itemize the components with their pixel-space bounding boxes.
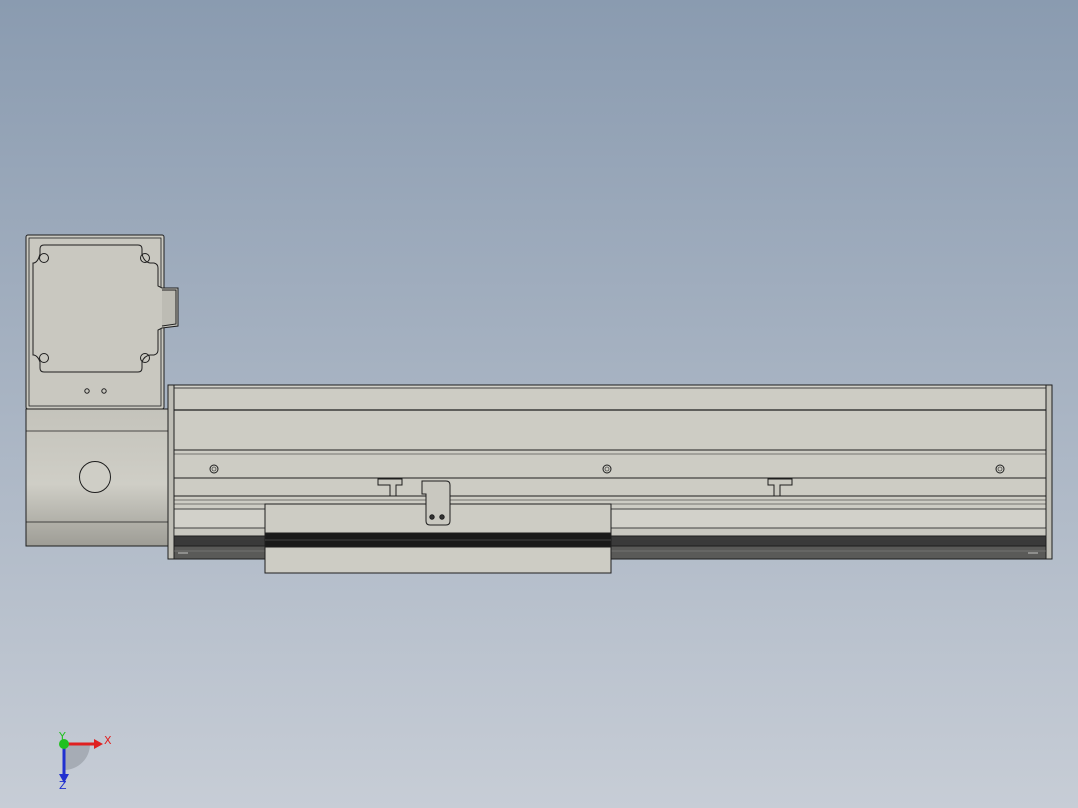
motor-flange[interactable] xyxy=(25,234,179,410)
end-cap-left xyxy=(167,384,175,560)
cad-viewport[interactable]: X Y Z xyxy=(0,0,1078,808)
triad-z-label: Z xyxy=(59,779,67,792)
triad-x-label: X xyxy=(104,734,112,747)
motor-housing[interactable] xyxy=(25,408,169,547)
motor-shaft-cover xyxy=(79,461,111,493)
sensor-flag xyxy=(421,480,451,526)
end-cap-right xyxy=(1045,384,1053,560)
triad-y-label: Y xyxy=(58,730,66,743)
